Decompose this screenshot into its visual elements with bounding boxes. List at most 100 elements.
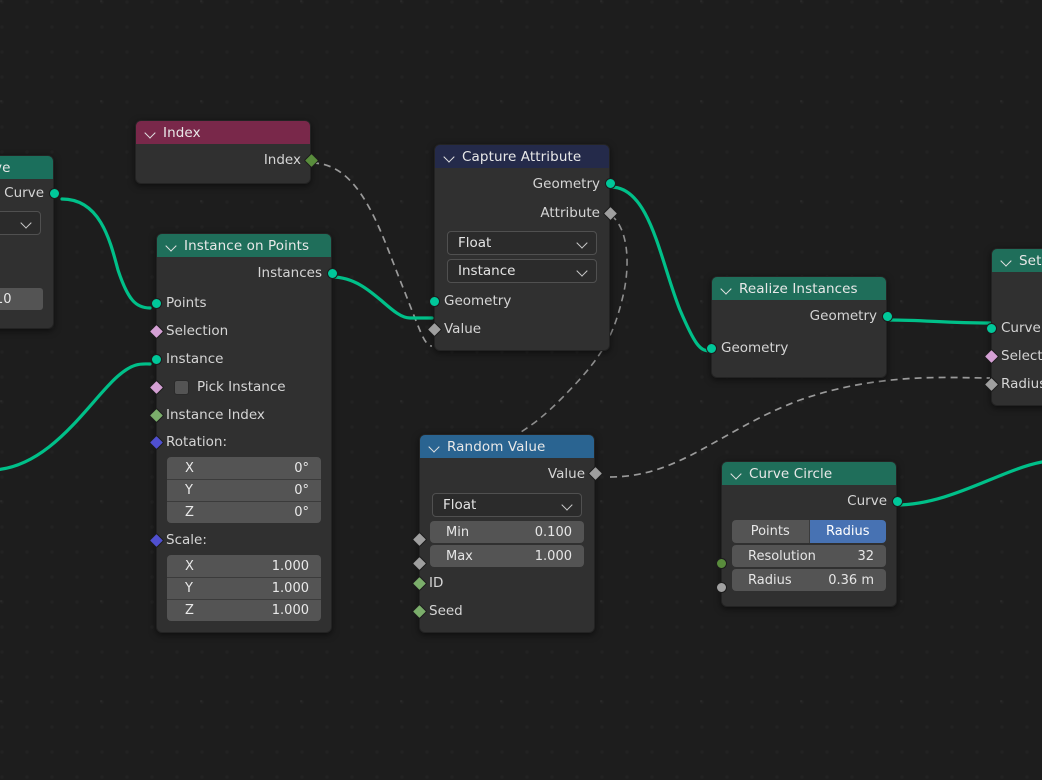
- node-set-curve-radius-partial[interactable]: Set Curve Select Radius: [983, 248, 1042, 406]
- socket-row-id[interactable]: ID: [411, 569, 594, 597]
- field-row-max[interactable]: Max 1.000: [411, 545, 594, 572]
- socket-row-instance[interactable]: Instance: [150, 345, 331, 373]
- checkbox-pick-instance[interactable]: [174, 379, 189, 395]
- output-socket-instances[interactable]: [326, 267, 338, 279]
- collapse-chevron-icon[interactable]: [1000, 254, 1013, 267]
- input-socket-id[interactable]: [411, 575, 427, 591]
- socket-row-capture-value-in[interactable]: Value: [426, 315, 609, 343]
- toggle-radius[interactable]: Radius: [808, 520, 886, 543]
- node-curve-circle[interactable]: Curve Circle Curve Points Radius Resolut…: [715, 461, 903, 607]
- collapse-chevron-icon[interactable]: [720, 282, 733, 295]
- socket-row-capture-geometry-in[interactable]: Geometry: [428, 287, 609, 315]
- scale-y-field[interactable]: Y 1.000: [167, 577, 321, 599]
- socket-row-setcurve-radius[interactable]: Radius: [983, 370, 1042, 398]
- node-header-index[interactable]: Index: [136, 121, 310, 144]
- widget-circle-radius[interactable]: Radius 0.36 m: [732, 569, 886, 591]
- socket-row-setcurve-selection[interactable]: Select: [983, 342, 1042, 370]
- output-socket-realize-geometry[interactable]: [881, 310, 893, 322]
- rotation-y-field[interactable]: Y 0°: [167, 479, 321, 501]
- socket-label-instance-index: Instance Index: [166, 407, 265, 423]
- output-socket-circle-curve[interactable]: [891, 495, 903, 507]
- node-curve-partial[interactable]: ve Curve 10: [0, 155, 60, 329]
- node-header-instance-on-points[interactable]: Instance on Points: [157, 234, 331, 257]
- socket-row-capture-geometry-out[interactable]: Geometry: [435, 168, 616, 199]
- input-socket-instance[interactable]: [150, 353, 162, 365]
- collapse-chevron-icon[interactable]: [144, 126, 157, 139]
- rotation-x-field[interactable]: X 0°: [167, 457, 321, 479]
- scale-z-field[interactable]: Z 1.000: [167, 599, 321, 621]
- input-socket-setcurve-radius[interactable]: [983, 376, 999, 392]
- socket-row-realize-geometry-out[interactable]: Geometry: [712, 300, 893, 332]
- input-socket-points[interactable]: [150, 297, 162, 309]
- input-socket-seed[interactable]: [411, 603, 427, 619]
- socket-row-rotation[interactable]: Rotation:: [148, 429, 331, 455]
- field-row-min[interactable]: Min 0.100: [411, 521, 594, 548]
- collapse-chevron-icon[interactable]: [730, 467, 743, 480]
- input-socket-instance-index[interactable]: [148, 407, 164, 423]
- collapse-chevron-icon[interactable]: [443, 150, 456, 163]
- input-socket-pick-instance[interactable]: [148, 379, 164, 395]
- dropdown-random-data-type[interactable]: Float: [432, 493, 582, 517]
- dropdown-value-capture-domain: Instance: [458, 263, 516, 279]
- node-index[interactable]: Index Index: [135, 120, 319, 184]
- scale-x-field[interactable]: X 1.000: [167, 555, 321, 577]
- input-socket-capture-geometry[interactable]: [428, 295, 440, 307]
- input-socket-resolution[interactable]: [715, 558, 727, 569]
- socket-row-selection[interactable]: Selection: [148, 317, 331, 345]
- input-socket-setcurve-curve[interactable]: [985, 322, 997, 334]
- socket-row-scale[interactable]: Scale:: [148, 527, 331, 553]
- field-row-circle-radius[interactable]: Radius 0.36 m: [715, 569, 896, 593]
- dropdown-capture-data-type[interactable]: Float: [447, 231, 597, 255]
- link-instances-to-capture: [330, 275, 434, 320]
- output-socket-index[interactable]: [303, 152, 319, 168]
- socket-row-setcurve-curve[interactable]: Curve: [985, 314, 1042, 342]
- dropdown-curve-mode[interactable]: [0, 211, 41, 235]
- socket-row-curve-out[interactable]: Curve: [0, 179, 60, 207]
- widget-resolution[interactable]: Resolution 32: [732, 545, 886, 567]
- output-socket-random-value[interactable]: [587, 465, 603, 482]
- link-capture-to-realize: [609, 185, 712, 353]
- input-socket-selection[interactable]: [148, 323, 164, 339]
- dropdown-capture-domain[interactable]: Instance: [447, 259, 597, 283]
- node-editor-canvas[interactable]: ve Curve 10 Index Index: [0, 0, 1042, 780]
- node-body-index: Index: [136, 144, 319, 183]
- input-socket-realize-geometry[interactable]: [705, 342, 717, 354]
- output-socket-capture-geometry[interactable]: [604, 178, 616, 189]
- input-socket-circle-radius[interactable]: [715, 582, 727, 593]
- node-header-random-value[interactable]: Random Value: [420, 435, 594, 458]
- socket-row-capture-attribute-out[interactable]: Attribute: [435, 199, 618, 227]
- widget-max[interactable]: Max 1.000: [430, 545, 584, 567]
- socket-row-index-out[interactable]: Index: [136, 144, 319, 176]
- node-random-value[interactable]: Random Value Value Float Min 0.100 Max 1…: [411, 434, 603, 633]
- node-instance-on-points[interactable]: Instance on Points Instances Points Sele…: [148, 233, 338, 633]
- field-resolution-partial[interactable]: 10: [0, 288, 43, 310]
- node-header-capture-attribute[interactable]: Capture Attribute: [435, 145, 609, 168]
- input-socket-setcurve-selection[interactable]: [983, 348, 999, 364]
- socket-row-points[interactable]: Points: [150, 289, 331, 317]
- toggle-points[interactable]: Points: [732, 520, 809, 543]
- socket-row-instance-index[interactable]: Instance Index: [148, 401, 331, 429]
- input-socket-capture-value[interactable]: [426, 321, 442, 337]
- node-realize-instances[interactable]: Realize Instances Geometry Geometry: [705, 276, 893, 378]
- node-header-realize-instances[interactable]: Realize Instances: [712, 277, 886, 300]
- socket-row-seed[interactable]: Seed: [411, 597, 594, 625]
- node-header-curve-partial[interactable]: ve: [0, 156, 53, 179]
- output-socket-capture-attribute[interactable]: [602, 205, 618, 221]
- output-socket-curve[interactable]: [48, 187, 60, 199]
- field-row-resolution[interactable]: Resolution 32: [715, 545, 896, 569]
- input-socket-rotation[interactable]: [148, 434, 164, 450]
- socket-row-pick-instance[interactable]: Pick Instance: [148, 373, 331, 401]
- widget-min[interactable]: Min 0.100: [430, 521, 584, 543]
- node-header-set-curve-radius[interactable]: Set: [992, 249, 1042, 272]
- node-capture-attribute[interactable]: Capture Attribute Geometry Attribute Flo…: [426, 144, 618, 351]
- collapse-chevron-icon[interactable]: [165, 239, 178, 252]
- socket-row-realize-geometry-in[interactable]: Geometry: [705, 332, 886, 364]
- socket-row-circle-curve-out[interactable]: Curve: [722, 485, 903, 517]
- rotation-z-field[interactable]: Z 0°: [167, 501, 321, 523]
- node-header-curve-circle[interactable]: Curve Circle: [722, 462, 896, 485]
- input-socket-scale[interactable]: [148, 532, 164, 548]
- socket-row-instances-out[interactable]: Instances: [157, 257, 338, 289]
- toggle-group-circle-mode[interactable]: Points Radius: [732, 520, 886, 543]
- socket-row-random-value-out[interactable]: Value: [420, 458, 603, 489]
- collapse-chevron-icon[interactable]: [428, 440, 441, 453]
